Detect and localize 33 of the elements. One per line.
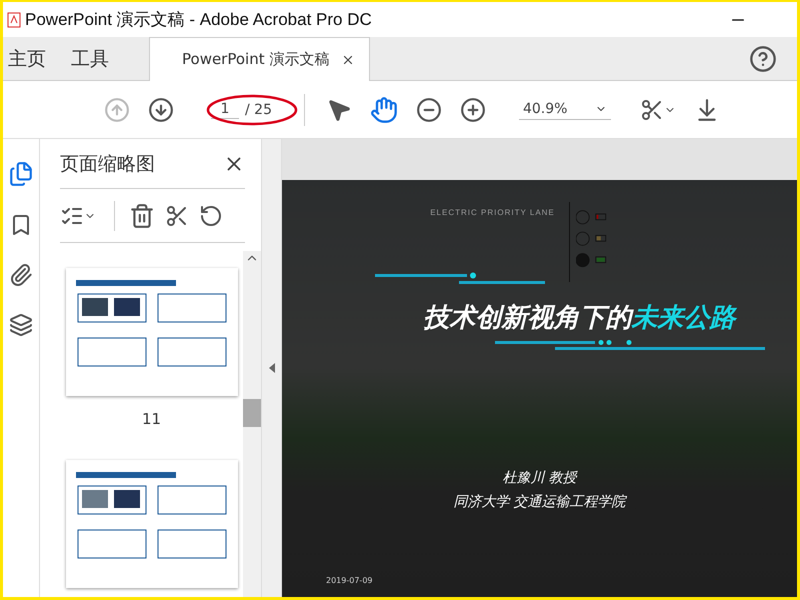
hand-tool-button[interactable] [370, 96, 398, 124]
layers-icon[interactable] [9, 313, 33, 337]
app-icon [7, 12, 21, 28]
zoom-out-button[interactable] [416, 96, 442, 122]
delete-icon[interactable] [129, 202, 155, 228]
page-thumbnail[interactable] [66, 460, 238, 588]
tab[interactable]: PowerPoint 演示文稿 [149, 37, 370, 81]
slide-author: 杜豫川 教授 [502, 469, 577, 487]
collapse-arrow-icon[interactable] [268, 363, 274, 373]
split-icon[interactable] [165, 204, 189, 228]
page-total: / 25 [245, 102, 272, 118]
slide-affiliation: 同济大学 交通运输工程学院 [453, 493, 626, 511]
scissors-icon [640, 98, 664, 122]
tab[interactable]: 主页 [3, 37, 66, 80]
slide-date: 2019-07-09 [326, 576, 372, 585]
page-fit-button[interactable] [640, 98, 676, 122]
page-thumbnail[interactable] [66, 268, 238, 396]
lane-label: ELECTRIC PRIORITY LANE [430, 208, 555, 217]
zoom-in-button[interactable] [460, 96, 486, 122]
page-number: 11 [142, 410, 162, 428]
zoom-dropdown[interactable]: 40.9% [518, 99, 611, 120]
pages-icon[interactable] [8, 161, 34, 187]
tab[interactable]: 工具 [66, 37, 129, 80]
window-title: PowerPoint 演示文稿 - Adobe Acrobat Pro DC [25, 9, 373, 31]
panel-title: 页面缩略图 [60, 152, 155, 176]
slide-title: 技术创新视角下的未来公路 [424, 302, 736, 335]
scrollbar-thumb[interactable] [243, 399, 261, 427]
rotate-icon[interactable] [199, 204, 223, 228]
help-icon[interactable] [749, 44, 777, 72]
page-number-field[interactable]: 1 [211, 100, 239, 119]
scrollbar[interactable] [243, 251, 261, 597]
next-page-button[interactable] [148, 96, 174, 122]
paperclip-icon[interactable] [9, 263, 33, 287]
